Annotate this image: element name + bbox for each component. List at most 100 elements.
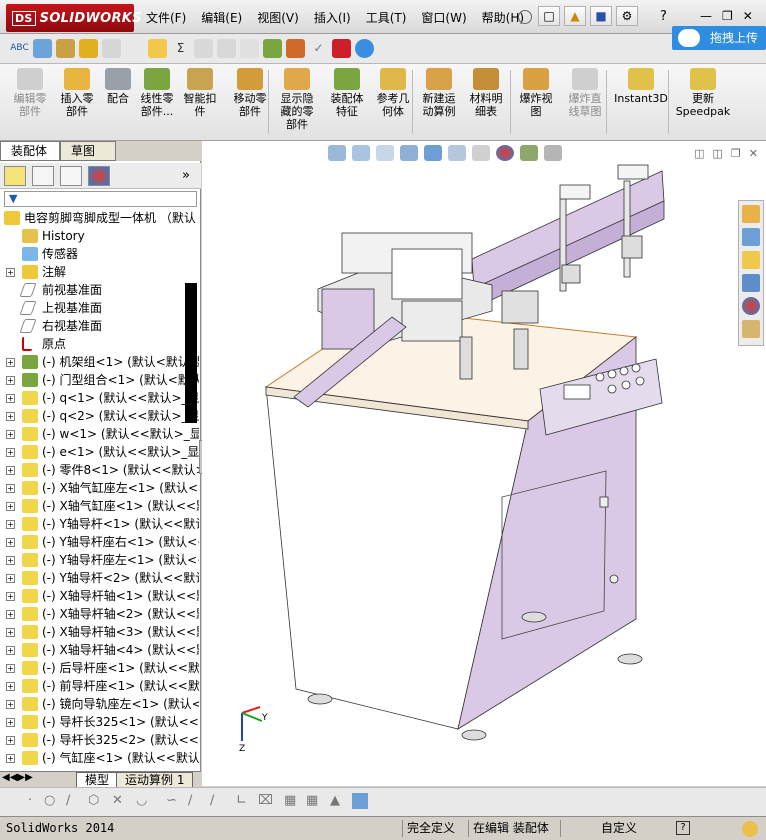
relations-icon[interactable]: ▲ (330, 793, 340, 808)
tree-item[interactable]: 原点 (0, 335, 199, 353)
point-icon[interactable]: · (28, 793, 32, 808)
expand-icon[interactable]: + (6, 574, 15, 583)
exploded-view-button[interactable]: 爆炸视 图 (512, 68, 560, 118)
color-icon[interactable] (332, 39, 351, 58)
menu-window[interactable]: 窗口(W) (421, 9, 466, 26)
expand-icon[interactable]: + (6, 628, 15, 637)
expand-icon[interactable]: + (6, 268, 15, 277)
assembly-feature-button[interactable]: 装配体 特征 (322, 68, 372, 118)
appearances-icon[interactable] (742, 297, 760, 315)
expand-icon[interactable]: + (6, 592, 15, 601)
expand-icon[interactable]: + (6, 376, 15, 385)
tree-item[interactable]: + (-) Y轴导杆座右<1> (默认<< (0, 533, 199, 551)
tab-motion-study[interactable]: 运动算例 1 (116, 772, 194, 788)
graphics-area[interactable]: ◫ ◫ ❐ ✕ Y Z (202, 141, 766, 786)
display-manager-icon[interactable] (88, 166, 110, 186)
motion-study-button[interactable]: 新建运 动算例 (414, 68, 464, 118)
dimension-icon[interactable]: ⌧ (258, 793, 273, 808)
tree-item[interactable]: + (-) X轴气缸座左<1> (默认<< (0, 479, 199, 497)
appearance-icon[interactable] (355, 39, 374, 58)
sum-icon[interactable]: Σ (171, 39, 190, 58)
rebuild-status-icon[interactable] (742, 821, 758, 837)
expand-icon[interactable]: + (6, 466, 15, 475)
expand-icon[interactable]: + (6, 520, 15, 529)
tree-item[interactable]: + (-) X轴导杆轴<1> (默认<<默 (0, 587, 199, 605)
design-library-icon[interactable] (742, 228, 760, 246)
custom-properties-icon[interactable] (742, 320, 760, 338)
expand-icon[interactable]: + (6, 448, 15, 457)
compare-icon[interactable] (263, 39, 282, 58)
file-explorer-icon[interactable] (742, 251, 760, 269)
tab-sketch[interactable]: 草图 (60, 141, 116, 161)
instant3d-button[interactable]: Instant3D (612, 68, 670, 105)
linear-pattern-button[interactable]: 线性零 部件... (132, 68, 182, 118)
checkmark-icon[interactable]: ✓ (309, 39, 328, 58)
upload-button[interactable]: 拖拽上传 (672, 26, 766, 50)
mirror-icon[interactable]: ∕ (210, 793, 214, 808)
feature-tree-icon[interactable] (4, 166, 26, 186)
line-icon[interactable]: ∕ (66, 793, 70, 808)
tree-item[interactable]: 上视基准面 (0, 299, 199, 317)
corner-icon[interactable]: ∟ (236, 793, 247, 808)
expand-panel-icon[interactable]: » (182, 168, 190, 183)
fillet-icon[interactable]: ∽ (166, 793, 177, 808)
tree-item[interactable]: History (0, 227, 199, 245)
arc-icon[interactable]: ◡ (136, 793, 147, 808)
smart-fasteners-button[interactable]: 智能扣 件 (178, 68, 222, 118)
statistics-icon[interactable] (148, 39, 167, 58)
move-component-button[interactable]: 移动零 部件 (224, 68, 276, 118)
expand-icon[interactable]: + (6, 664, 15, 673)
tree-item[interactable]: + (-) q<1> (默认<<默认>_显示 (0, 389, 199, 407)
section-properties-icon[interactable] (79, 39, 98, 58)
expand-icon[interactable]: + (6, 610, 15, 619)
edit-component-button[interactable]: 编辑零 部件 (4, 68, 56, 118)
property-manager-icon[interactable] (32, 166, 54, 186)
rebuild-icon[interactable] (286, 39, 305, 58)
tree-item[interactable]: 右视基准面 (0, 317, 199, 335)
sensor-icon[interactable] (125, 39, 144, 58)
restore-icon[interactable]: ❐ (722, 9, 733, 23)
menu-view[interactable]: 视图(V) (257, 9, 299, 26)
menu-insert[interactable]: 插入(I) (314, 9, 351, 26)
tab-assembly[interactable]: 装配体 (0, 141, 60, 161)
expand-icon[interactable]: + (6, 754, 15, 763)
show-hidden-button[interactable]: 显示隐 藏的零 部件 (270, 68, 324, 131)
pattern-icon[interactable]: ▦ (284, 793, 296, 808)
check-icon[interactable] (102, 39, 121, 58)
explode-line-button[interactable]: 爆炸直 线草图 (560, 68, 610, 118)
solidworks-logo[interactable]: DS SOLIDWORKS (6, 4, 142, 32)
tree-item[interactable]: + (-) X轴导杆轴<2> (默认<<默 (0, 605, 199, 623)
trim-icon[interactable]: ✕ (112, 793, 123, 808)
circle-icon[interactable]: ○ (44, 793, 55, 808)
tree-item[interactable]: + (-) 机架组<1> (默认<默认_显 (0, 353, 199, 371)
tree-item[interactable]: + (-) q<2> (默认<<默认>_显示 (0, 407, 199, 425)
expand-icon[interactable]: + (6, 358, 15, 367)
close-icon[interactable]: ✕ (743, 9, 753, 23)
tree-item[interactable]: + (-) X轴导杆轴<3> (默认<<默 (0, 623, 199, 641)
filter-bar[interactable]: ▼ (4, 191, 197, 207)
tree-item[interactable]: 前视基准面 (0, 281, 199, 299)
tree-item[interactable]: + (-) w<1> (默认<<默认>_显示 (0, 425, 199, 443)
configuration-manager-icon[interactable] (60, 166, 82, 186)
expand-icon[interactable]: + (6, 394, 15, 403)
tab-model[interactable]: 模型 (76, 772, 119, 788)
help-icon[interactable]: ? (660, 9, 667, 24)
clearance-icon[interactable] (217, 39, 236, 58)
expand-icon[interactable]: + (6, 718, 15, 727)
speedpak-button[interactable]: 更新 Speedpak (670, 68, 736, 118)
expand-icon[interactable]: + (6, 484, 15, 493)
bom-button[interactable]: 材料明 细表 (462, 68, 510, 118)
tree-item[interactable]: + (-) Y轴导杆<2> (默认<<默认 (0, 569, 199, 587)
expand-icon[interactable]: + (6, 646, 15, 655)
tree-item[interactable]: + (-) 前导杆座<1> (默认<<默认 (0, 677, 199, 695)
polygon-icon[interactable]: ⬡ (88, 793, 99, 808)
tree-item[interactable]: + (-) 零件8<1> (默认<<默认> (0, 461, 199, 479)
expand-icon[interactable]: + (6, 556, 15, 565)
tree-item[interactable]: + (-) Y轴导杆<1> (默认<<默认 (0, 515, 199, 533)
expand-icon[interactable]: + (6, 736, 15, 745)
save-icon[interactable]: ■ (590, 6, 612, 26)
new-document-icon[interactable]: □ (538, 6, 560, 26)
expand-icon[interactable]: + (6, 412, 15, 421)
tree-item[interactable]: 传感器 (0, 245, 199, 263)
grid-icon[interactable]: ▦ (306, 793, 318, 808)
